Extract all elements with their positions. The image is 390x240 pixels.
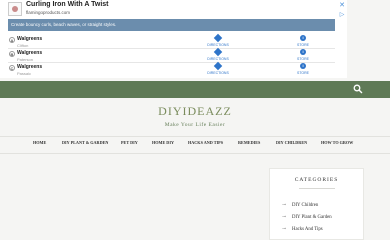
category-link-diy-plant-garden[interactable]: DIY Plant & Garden [292, 215, 332, 220]
ad-store-location: Clifton [17, 43, 29, 48]
categories-widget-title: CATEGORIES [294, 177, 339, 183]
ad-store-row[interactable]: C Walgreens Passaic DIRECTIONS i STORE [8, 61, 335, 77]
store-map-marker-icon: C [9, 65, 15, 71]
directions-link[interactable]: DIRECTIONS [207, 43, 229, 47]
site-tagline: Make Your Life Easier [164, 122, 226, 128]
category-bullet-icon: ⊸ [282, 214, 287, 220]
store-map-marker-icon: B [9, 51, 15, 57]
ad-choices-icon[interactable]: ▷ [338, 11, 346, 19]
store-link[interactable]: STORE [294, 43, 312, 47]
ad-store-location: Passaic [17, 71, 32, 76]
directions-link[interactable]: DIRECTIONS [207, 57, 229, 61]
nav-item-diy-children[interactable]: DIY CHILDREN [276, 140, 307, 145]
nav-item-home-diy[interactable]: HOME DIY [152, 140, 174, 145]
nav-item-diy-plant-garden[interactable]: DIY PLANT & GARDEN [62, 140, 108, 145]
directions-icon[interactable] [213, 33, 223, 43]
directions-icon[interactable] [213, 47, 223, 57]
directions-link[interactable]: DIRECTIONS [207, 71, 229, 75]
widget-divider [299, 188, 335, 189]
advertisement[interactable]: Curling Iron With A Twist flamingoproduc… [0, 0, 347, 78]
category-bullet-icon: ⊸ [282, 226, 287, 232]
info-icon[interactable]: i [300, 63, 306, 69]
category-link-diy-children[interactable]: DIY Children [292, 203, 318, 208]
ad-store-row[interactable]: A Walgreens Clifton DIRECTIONS i STORE [8, 33, 335, 49]
top-bar [0, 81, 390, 98]
ad-title[interactable]: Curling Iron With A Twist [26, 1, 109, 8]
nav-item-how-to-grow[interactable]: HOW TO GROW [321, 140, 353, 145]
nav-item-home[interactable]: HOME [33, 140, 46, 145]
ad-store-row[interactable]: B Walgreens Paterson DIRECTIONS i STORE [8, 47, 335, 63]
search-icon[interactable] [353, 84, 363, 94]
category-bullet-icon: ⊸ [282, 202, 287, 208]
nav-item-hacks-and-tips[interactable]: HACKS AND TIPS [188, 140, 223, 145]
store-link[interactable]: STORE [294, 57, 312, 61]
ad-description[interactable]: Create bouncy curls, beach waves, or str… [8, 19, 335, 31]
store-map-marker-icon: A [9, 37, 15, 43]
ad-close-icon[interactable]: ✕ [338, 2, 346, 10]
main-navigation [0, 136, 390, 154]
ad-store-location: Paterson [17, 57, 34, 62]
category-link-hacks-and-tips[interactable]: Hacks And Tips [292, 227, 323, 232]
ad-store-name: Walgreens [17, 36, 43, 42]
ad-store-name: Walgreens [17, 64, 43, 70]
nav-item-remedies[interactable]: REMEDIES [238, 140, 260, 145]
nav-item-pet-diy[interactable]: PET DIY [121, 140, 138, 145]
site-title[interactable]: DIYIDEAZZ [0, 104, 390, 119]
advertiser-logo[interactable] [8, 2, 22, 16]
info-icon[interactable]: i [300, 35, 306, 41]
ad-url[interactable]: flamingoproducts.com [26, 10, 70, 15]
ad-store-name: Walgreens [17, 50, 43, 56]
directions-icon[interactable] [213, 61, 223, 71]
store-link[interactable]: STORE [294, 71, 312, 75]
info-icon[interactable]: i [300, 49, 306, 55]
